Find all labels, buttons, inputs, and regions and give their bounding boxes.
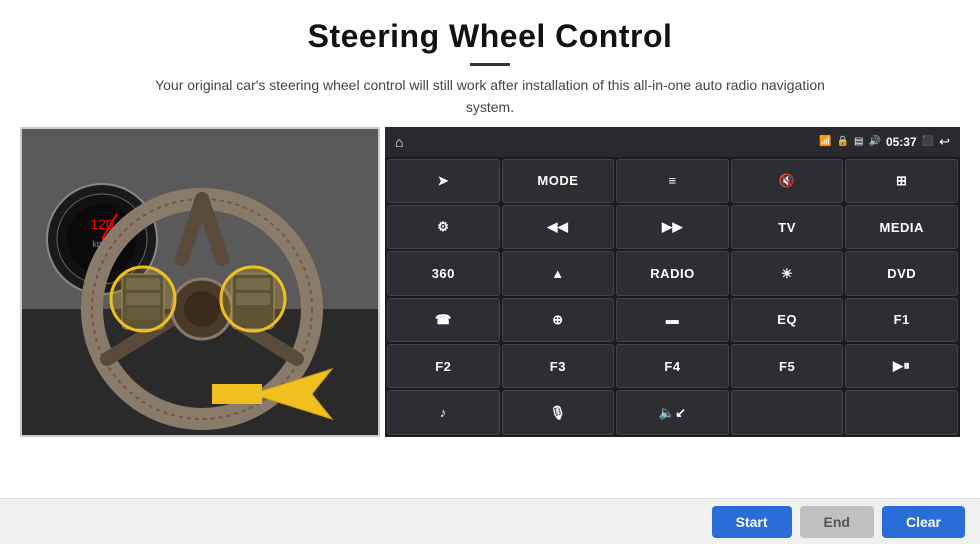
- btn-icon-b10: MEDIA: [879, 220, 923, 235]
- status-bar: ⌂ 📶 🔒 ▤ 🔊 05:37 ⬛ ↩: [385, 127, 960, 157]
- btn-icon-b27: 🎙: [549, 405, 566, 421]
- ctrl-btn-b21[interactable]: F2: [387, 344, 500, 388]
- car-image: 120 km/h: [20, 127, 380, 437]
- btn-icon-b15: DVD: [887, 266, 916, 281]
- ctrl-btn-b9[interactable]: TV: [731, 205, 844, 249]
- home-icon[interactable]: ⌂: [395, 134, 403, 150]
- ctrl-btn-b7[interactable]: ◀◀: [502, 205, 615, 249]
- btn-icon-b6: ⚙: [437, 219, 449, 235]
- control-panel: ⌂ 📶 🔒 ▤ 🔊 05:37 ⬛ ↩ ➤ MODE ≡ 🔇 ⊞ ⚙ ◀◀ ▶▶ TV MEDIA…: [385, 127, 960, 437]
- btn-icon-b28: 🔈↙: [658, 405, 686, 421]
- back-icon[interactable]: ↩: [939, 134, 950, 150]
- btn-icon-b23: F4: [664, 359, 680, 374]
- btn-icon-b4: 🔇: [779, 173, 796, 189]
- btn-icon-b17: ⊕: [552, 312, 563, 328]
- ctrl-btn-b24[interactable]: F5: [731, 344, 844, 388]
- page-title: Steering Wheel Control: [40, 18, 940, 55]
- ctrl-btn-b28[interactable]: 🔈↙: [616, 390, 729, 434]
- ctrl-btn-b15[interactable]: DVD: [845, 251, 958, 295]
- ctrl-btn-b4[interactable]: 🔇: [731, 159, 844, 203]
- button-grid: ➤ MODE ≡ 🔇 ⊞ ⚙ ◀◀ ▶▶ TV MEDIA 360 ▲ RADIO ☀ DVD ☎ ⊕ ▬ EQ F1…: [385, 157, 960, 437]
- ctrl-btn-b27[interactable]: 🎙: [502, 390, 615, 434]
- clear-button[interactable]: Clear: [882, 506, 965, 538]
- btn-icon-b1: ➤: [438, 173, 449, 189]
- btn-icon-b7: ◀◀: [547, 219, 568, 235]
- btn-icon-b13: RADIO: [650, 266, 694, 281]
- ctrl-btn-b6[interactable]: ⚙: [387, 205, 500, 249]
- sd-icon: ▤: [854, 136, 863, 147]
- ctrl-btn-b29[interactable]: [731, 390, 844, 434]
- btn-icon-b18: ▬: [666, 312, 680, 327]
- ctrl-btn-b10[interactable]: MEDIA: [845, 205, 958, 249]
- btn-icon-b5: ⊞: [896, 173, 907, 189]
- ctrl-btn-b14[interactable]: ☀: [731, 251, 844, 295]
- ctrl-btn-b12[interactable]: ▲: [502, 251, 615, 295]
- btn-icon-b24: F5: [779, 359, 795, 374]
- btn-icon-b3: ≡: [668, 173, 676, 188]
- btn-icon-b2: MODE: [537, 173, 578, 188]
- end-button[interactable]: End: [800, 506, 874, 538]
- ctrl-btn-b11[interactable]: 360: [387, 251, 500, 295]
- ctrl-btn-b19[interactable]: EQ: [731, 298, 844, 342]
- bottom-bar: Start End Clear: [0, 498, 980, 544]
- ctrl-btn-b5[interactable]: ⊞: [845, 159, 958, 203]
- ctrl-btn-b8[interactable]: ▶▶: [616, 205, 729, 249]
- btn-icon-b21: F2: [435, 359, 451, 374]
- btn-icon-b22: F3: [550, 359, 566, 374]
- ctrl-btn-b1[interactable]: ➤: [387, 159, 500, 203]
- btn-icon-b25: ▶⏸: [893, 358, 911, 374]
- ctrl-btn-b22[interactable]: F3: [502, 344, 615, 388]
- btn-icon-b20: F1: [894, 312, 910, 327]
- ctrl-btn-b26[interactable]: ♪: [387, 390, 500, 434]
- btn-icon-b11: 360: [432, 266, 455, 281]
- btn-icon-b16: ☎: [435, 312, 452, 328]
- btn-icon-b19: EQ: [777, 312, 797, 327]
- lock-icon: 🔒: [837, 136, 849, 147]
- ctrl-btn-b30[interactable]: [845, 390, 958, 434]
- content-area: 120 km/h: [0, 127, 980, 498]
- ctrl-btn-b18[interactable]: ▬: [616, 298, 729, 342]
- page-container: Steering Wheel Control Your original car…: [0, 0, 980, 544]
- btn-icon-b12: ▲: [551, 266, 564, 281]
- btn-icon-b26: ♪: [440, 405, 447, 420]
- btn-icon-b8: ▶▶: [662, 219, 683, 235]
- status-right: 📶 🔒 ▤ 🔊 05:37 ⬛ ↩: [819, 134, 950, 150]
- ctrl-btn-b25[interactable]: ▶⏸: [845, 344, 958, 388]
- ctrl-btn-b20[interactable]: F1: [845, 298, 958, 342]
- screen-icon: ⬛: [922, 136, 934, 147]
- ctrl-btn-b17[interactable]: ⊕: [502, 298, 615, 342]
- btn-icon-b14: ☀: [781, 266, 793, 282]
- bt-icon: 🔊: [868, 136, 880, 147]
- start-button[interactable]: Start: [712, 506, 792, 538]
- wifi-icon: 📶: [819, 136, 831, 147]
- time-display: 05:37: [886, 135, 917, 149]
- btn-icon-b9: TV: [778, 220, 796, 235]
- ctrl-btn-b2[interactable]: MODE: [502, 159, 615, 203]
- status-left: ⌂: [395, 134, 403, 150]
- ctrl-btn-b23[interactable]: F4: [616, 344, 729, 388]
- subtitle: Your original car's steering wheel contr…: [140, 74, 840, 119]
- ctrl-btn-b16[interactable]: ☎: [387, 298, 500, 342]
- ctrl-btn-b3[interactable]: ≡: [616, 159, 729, 203]
- ctrl-btn-b13[interactable]: RADIO: [616, 251, 729, 295]
- header-section: Steering Wheel Control Your original car…: [0, 0, 980, 127]
- title-divider: [470, 63, 510, 66]
